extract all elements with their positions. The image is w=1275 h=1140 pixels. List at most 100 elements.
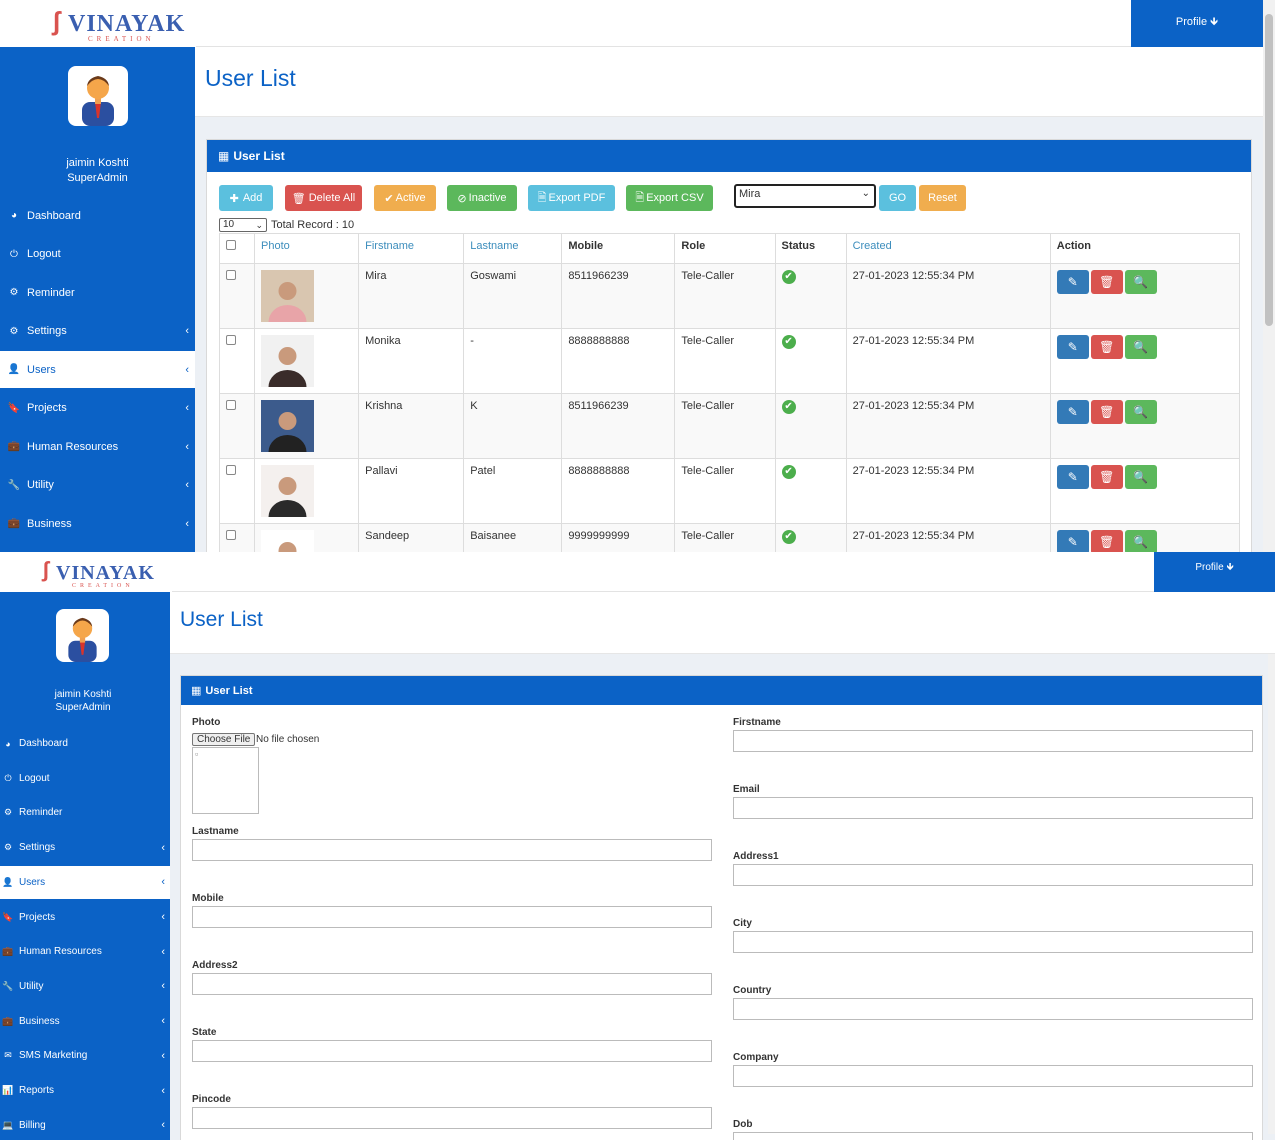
main-content: User List ▦ User List ✚ Add 🗑 Delete All ✔… bbox=[195, 47, 1263, 552]
export-csv-button[interactable]: 🗎 Export CSV bbox=[626, 185, 713, 211]
active-button[interactable]: ✔ Active bbox=[374, 185, 436, 211]
sidebar-item-logout[interactable]: ⏻ Logout bbox=[0, 236, 195, 273]
mobile-input[interactable] bbox=[192, 906, 712, 928]
sidebar-item-projects[interactable]: 🔖 Projects ‹ bbox=[0, 901, 170, 934]
edit-button[interactable]: ✎ bbox=[1056, 335, 1089, 359]
sidebar-item-label: Logout bbox=[27, 248, 61, 260]
edit-button[interactable]: ✎ bbox=[1056, 465, 1089, 489]
edit-button[interactable]: ✎ bbox=[1056, 530, 1089, 552]
col-action: Action bbox=[1049, 233, 1241, 264]
sidebar-item-business[interactable]: 💼 Business ‹ bbox=[0, 1005, 170, 1038]
row-checkbox[interactable] bbox=[226, 530, 236, 540]
country-label: Country bbox=[733, 985, 772, 996]
dob-input[interactable] bbox=[733, 1132, 1253, 1140]
row-checkbox[interactable] bbox=[226, 335, 236, 345]
sidebar-item-logout[interactable]: ⏻ Logout bbox=[0, 762, 170, 795]
lastname-input[interactable] bbox=[192, 839, 712, 861]
status-check-icon: ✔ bbox=[781, 400, 796, 414]
sidebar-item-users[interactable]: 👤 Users ‹ bbox=[0, 351, 195, 388]
per-page-select[interactable]: 10 ⌄ bbox=[219, 218, 267, 232]
delete-button[interactable]: 🗑 bbox=[1090, 530, 1123, 552]
view-button[interactable]: 🔍 bbox=[1124, 400, 1157, 424]
delete-button[interactable]: 🗑 bbox=[1090, 335, 1123, 359]
sidebar: jaimin Koshti SuperAdmin ◕ Dashboard ⏻ Logo… bbox=[0, 47, 195, 552]
go-button[interactable]: GO bbox=[879, 185, 916, 211]
sidebar-item-human-resources[interactable]: 💼 Human Resources ‹ bbox=[0, 935, 170, 968]
cell-created: 27-01-2023 12:55:34 PM bbox=[845, 523, 1051, 552]
sidebar-item-settings[interactable]: ⚙ Settings ‹ bbox=[0, 313, 195, 350]
edit-icon: ✎ bbox=[1067, 535, 1078, 549]
col-photo[interactable]: Photo bbox=[254, 233, 360, 264]
sidebar-item-reminder[interactable]: ⚙ Reminder bbox=[0, 796, 170, 829]
company-input[interactable] bbox=[733, 1065, 1253, 1087]
view-button[interactable]: 🔍 bbox=[1124, 335, 1157, 359]
address2-input[interactable] bbox=[192, 973, 712, 995]
sidebar-item-projects[interactable]: 🔖 Projects ‹ bbox=[0, 390, 195, 427]
sidebar-item-sms-marketing[interactable]: ✉ SMS Marketing ‹ bbox=[0, 1039, 170, 1072]
sidebar-item-human-resources[interactable]: 💼 Human Resources ‹ bbox=[0, 428, 195, 465]
logo-swirl-icon: ʃ bbox=[42, 557, 50, 582]
select-all-checkbox[interactable] bbox=[226, 240, 236, 250]
delete-button[interactable]: 🗑 bbox=[1090, 465, 1123, 489]
view-button[interactable]: 🔍 bbox=[1124, 530, 1157, 552]
export-pdf-button[interactable]: 🗎 Export PDF bbox=[528, 185, 615, 211]
sidebar-item-label: Users bbox=[27, 363, 56, 376]
scrollbar[interactable] bbox=[1263, 0, 1275, 552]
state-input[interactable] bbox=[192, 1040, 712, 1062]
add-button[interactable]: ✚ Add bbox=[219, 185, 273, 211]
delete-button[interactable]: 🗑 bbox=[1090, 400, 1123, 424]
sidebar-item-users[interactable]: 👤 Users ‹ bbox=[0, 865, 170, 899]
pincode-input[interactable] bbox=[192, 1107, 712, 1129]
sidebar-item-settings[interactable]: ⚙ Settings ‹ bbox=[0, 831, 170, 864]
brand-logo[interactable]: ʃ VINAYAK CREATION bbox=[0, 0, 196, 47]
scrollbar[interactable] bbox=[1268, 654, 1275, 1134]
power-icon: ⏻ bbox=[10, 248, 18, 260]
page-header: User List bbox=[195, 47, 1263, 117]
email-input[interactable] bbox=[733, 797, 1253, 819]
table-icon: ▦ bbox=[191, 685, 202, 697]
address1-input[interactable] bbox=[733, 864, 1253, 886]
choose-file-button[interactable]: Choose File bbox=[192, 733, 256, 746]
firstname-input[interactable] bbox=[733, 730, 1253, 752]
delete-all-button[interactable]: 🗑 Delete All bbox=[285, 185, 362, 211]
search-user-select[interactable]: Mira ⌄ bbox=[734, 184, 876, 208]
user-role: SuperAdmin bbox=[55, 702, 111, 713]
reset-button[interactable]: Reset bbox=[919, 185, 966, 211]
chevron-left-icon: ‹ bbox=[161, 1015, 165, 1028]
user-photo bbox=[261, 465, 315, 517]
country-input[interactable] bbox=[733, 998, 1253, 1020]
cell-firstname: Monika bbox=[358, 328, 465, 394]
sidebar-item-utility[interactable]: 🔧 Utility ‹ bbox=[0, 467, 195, 504]
sidebar-item-label: Dashboard bbox=[27, 209, 81, 222]
sidebar-item-label: SMS Marketing bbox=[19, 1050, 88, 1062]
sidebar-item-dashboard[interactable]: ◕ Dashboard bbox=[0, 727, 170, 760]
edit-button[interactable]: ✎ bbox=[1056, 270, 1089, 294]
chevron-left-icon: ‹ bbox=[161, 841, 165, 854]
view-button[interactable]: 🔍 bbox=[1124, 465, 1157, 489]
sidebar-item-reminder[interactable]: ⚙ Reminder bbox=[0, 274, 195, 311]
scrollbar-thumb[interactable] bbox=[1265, 14, 1273, 326]
delete-button[interactable]: 🗑 bbox=[1090, 270, 1123, 294]
col-firstname[interactable]: Firstname bbox=[358, 233, 465, 264]
no-file-text: No file chosen bbox=[256, 734, 320, 745]
city-input[interactable] bbox=[733, 931, 1253, 953]
sidebar-item-reports[interactable]: 📊 Reports ‹ bbox=[0, 1074, 170, 1107]
row-checkbox[interactable] bbox=[226, 400, 236, 410]
col-lastname[interactable]: Lastname bbox=[463, 233, 563, 264]
inactive-button[interactable]: ⊘ Inactive bbox=[447, 185, 517, 211]
status-check-icon: ✔ bbox=[781, 335, 796, 349]
sidebar-item-utility[interactable]: 🔧 Utility ‹ bbox=[0, 970, 170, 1003]
row-checkbox[interactable] bbox=[226, 465, 236, 475]
brand-logo[interactable]: ʃ VINAYAK CREATION bbox=[0, 552, 172, 592]
sidebar-item-dashboard[interactable]: ◕ Dashboard bbox=[0, 197, 195, 234]
sidebar-item-billing[interactable]: 💻 Billing ‹ bbox=[0, 1109, 170, 1140]
profile-button[interactable]: Profile 🡻 bbox=[1154, 552, 1275, 592]
profile-button[interactable]: Profile 🡻 bbox=[1131, 0, 1263, 47]
sidebar-item-business[interactable]: 💼 Business ‹ bbox=[0, 505, 195, 542]
view-button[interactable]: 🔍 bbox=[1124, 270, 1157, 294]
edit-button[interactable]: ✎ bbox=[1056, 400, 1089, 424]
row-checkbox[interactable] bbox=[226, 270, 236, 280]
col-created[interactable]: Created bbox=[845, 233, 1051, 264]
zoom-icon: 🔍 bbox=[1133, 340, 1149, 354]
cell-created: 27-01-2023 12:55:34 PM bbox=[845, 458, 1051, 524]
